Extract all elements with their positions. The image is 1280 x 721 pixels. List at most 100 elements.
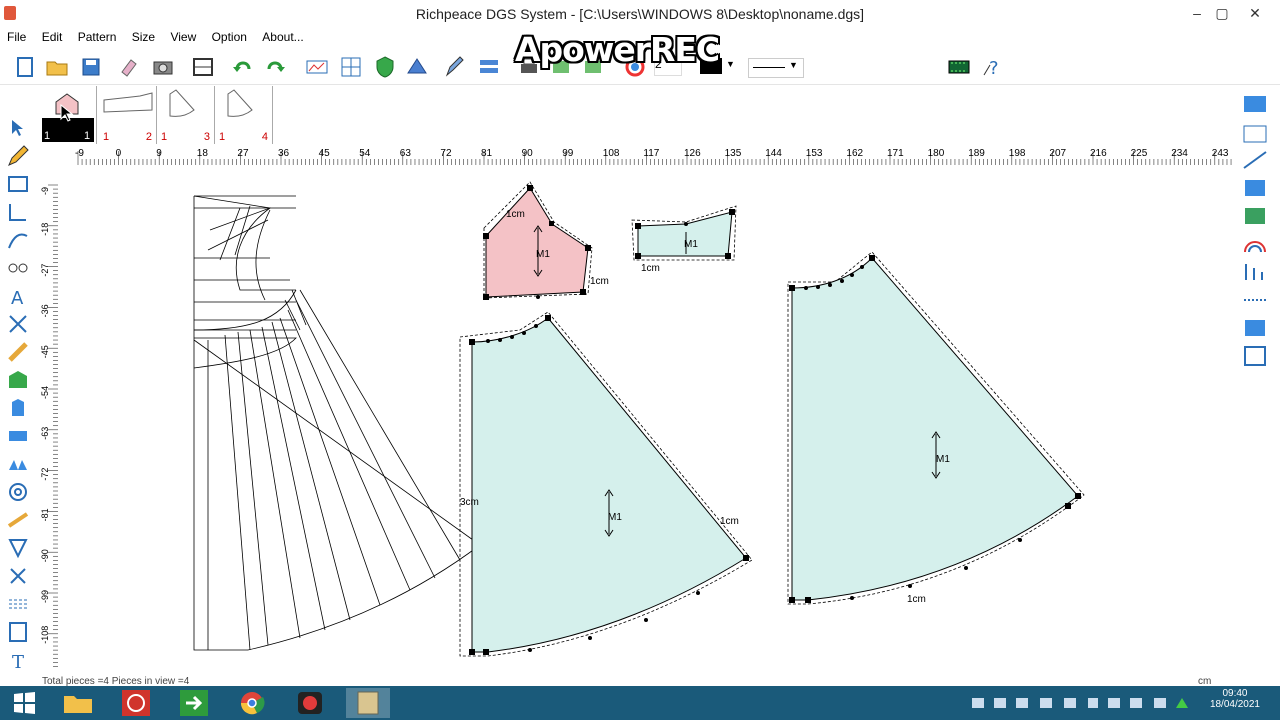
piece-qty: 1	[161, 131, 167, 143]
taskbar: 09:40 18/04/2021	[0, 686, 1280, 720]
chevron-down-icon: ▼	[789, 60, 798, 70]
mirror-icon[interactable]	[1242, 176, 1270, 200]
piece-thumb-3[interactable]: 1 3	[158, 86, 215, 144]
maximize-button[interactable]: ▢	[1210, 2, 1234, 24]
pattern-piece-3[interactable]	[460, 312, 752, 656]
table-icon[interactable]	[1242, 344, 1270, 368]
seam-label: 1cm	[720, 516, 739, 527]
piece-thumb-2[interactable]: 1 2	[100, 86, 157, 144]
film-icon[interactable]	[946, 54, 974, 82]
ruler-label: -45	[40, 345, 50, 358]
layers-icon[interactable]	[476, 54, 504, 82]
grading-icon[interactable]	[304, 54, 332, 82]
grain-label: M1	[684, 239, 698, 250]
piece-qty: 1	[103, 131, 109, 143]
ruler-label: 0	[116, 148, 122, 159]
piece-thumb-1[interactable]: 1 1	[40, 86, 97, 144]
curve-point-icon[interactable]	[6, 228, 32, 252]
close-button[interactable]: ✕	[1243, 2, 1267, 24]
grid-icon[interactable]	[338, 54, 366, 82]
seam-label: 1cm	[907, 594, 926, 605]
dgs-app-icon[interactable]	[346, 688, 390, 718]
ruler-label: 207	[1049, 148, 1066, 159]
menu-pattern[interactable]: Pattern	[73, 28, 122, 46]
open-folder-icon[interactable]	[44, 54, 72, 82]
grain-label: M1	[536, 249, 550, 260]
scissors-icon[interactable]	[6, 312, 32, 336]
windows-start-icon[interactable]	[4, 688, 48, 718]
grade-table-icon[interactable]	[6, 620, 32, 644]
pencil-icon[interactable]	[6, 144, 32, 168]
text-a-icon[interactable]: A	[6, 284, 32, 308]
ruler-label: 63	[400, 148, 412, 159]
ruler-label: 126	[684, 148, 701, 159]
mouse-cursor-icon	[60, 104, 74, 122]
piece-green-icon[interactable]	[6, 368, 32, 392]
layout-icon[interactable]	[1242, 92, 1270, 116]
ruler-label: 90	[522, 148, 534, 159]
select-arrow-icon[interactable]	[6, 116, 32, 140]
arrow-app-icon[interactable]	[172, 688, 216, 718]
camera-icon[interactable]	[150, 54, 178, 82]
clock[interactable]: 09:40 18/04/2021	[1210, 688, 1260, 710]
ruler-label: -63	[40, 427, 50, 440]
chrome-icon[interactable]	[230, 688, 274, 718]
power-app-icon[interactable]	[114, 688, 158, 718]
points-icon[interactable]	[1242, 288, 1270, 312]
ruler-icon[interactable]	[6, 340, 32, 364]
menu-option[interactable]: Option	[207, 28, 252, 46]
tape-measure-icon[interactable]	[6, 256, 32, 280]
cut-icon[interactable]	[6, 564, 32, 588]
ruler-label: 54	[359, 148, 371, 159]
piece-number: 4	[262, 131, 268, 143]
save-icon[interactable]	[78, 54, 106, 82]
redo-icon[interactable]	[262, 54, 290, 82]
pattern-canvas[interactable]: 1cm 1cm M1 1cm M1 3cm 1cm M1 1cm M1	[58, 165, 1238, 675]
measure-icon[interactable]	[1242, 260, 1270, 284]
eraser-icon[interactable]	[116, 54, 144, 82]
pen-icon[interactable]	[442, 54, 470, 82]
pattern-piece-1[interactable]	[483, 182, 592, 300]
ruler-label: 243	[1212, 148, 1229, 159]
fold-icon[interactable]	[6, 424, 32, 448]
recording-watermark: ApowerREC	[515, 30, 719, 69]
menu-edit[interactable]: Edit	[37, 28, 68, 46]
rainbow-icon[interactable]	[1242, 232, 1270, 256]
text-tool-icon[interactable]: T	[6, 648, 32, 672]
dart-icon[interactable]	[6, 536, 32, 560]
stitch-line-icon[interactable]	[6, 592, 32, 616]
spiral-icon[interactable]	[6, 480, 32, 504]
ruler-label: -27	[40, 264, 50, 277]
line-style-select[interactable]: ▼	[748, 58, 804, 78]
ruler-label: -9	[40, 187, 50, 195]
piece-qty: 1	[219, 131, 225, 143]
pleat-icon[interactable]	[6, 452, 32, 476]
pattern-piece-4[interactable]	[788, 252, 1084, 604]
plot-icon[interactable]	[1242, 316, 1270, 340]
help-icon[interactable]: ?	[980, 54, 1008, 82]
piece-qty: 1	[44, 130, 50, 142]
recorder-icon[interactable]	[288, 688, 332, 718]
seam-icon[interactable]	[1242, 148, 1270, 172]
ruler-label: 108	[603, 148, 620, 159]
menu-size[interactable]: Size	[127, 28, 160, 46]
rectangle-icon[interactable]	[6, 172, 32, 196]
flip-icon[interactable]	[1242, 204, 1270, 228]
new-file-icon[interactable]	[12, 54, 40, 82]
piece-number: 3	[204, 131, 210, 143]
menu-view[interactable]: View	[165, 28, 201, 46]
menu-about[interactable]: About...	[257, 28, 308, 46]
menu-file[interactable]: File	[2, 28, 31, 46]
notch-icon[interactable]	[6, 508, 32, 532]
piece-thumb-4[interactable]: 1 4	[216, 86, 273, 144]
pattern-piece-2[interactable]	[632, 206, 736, 260]
sleeve-icon[interactable]	[6, 396, 32, 420]
file-explorer-icon[interactable]	[56, 688, 100, 718]
shield-icon[interactable]	[372, 54, 400, 82]
angle-icon[interactable]	[6, 200, 32, 224]
minimize-button[interactable]: –	[1185, 2, 1209, 24]
piece-list-icon[interactable]	[1242, 122, 1270, 146]
plotter-icon[interactable]	[404, 54, 432, 82]
undo-icon[interactable]	[230, 54, 258, 82]
digitizer-icon[interactable]	[190, 54, 218, 82]
